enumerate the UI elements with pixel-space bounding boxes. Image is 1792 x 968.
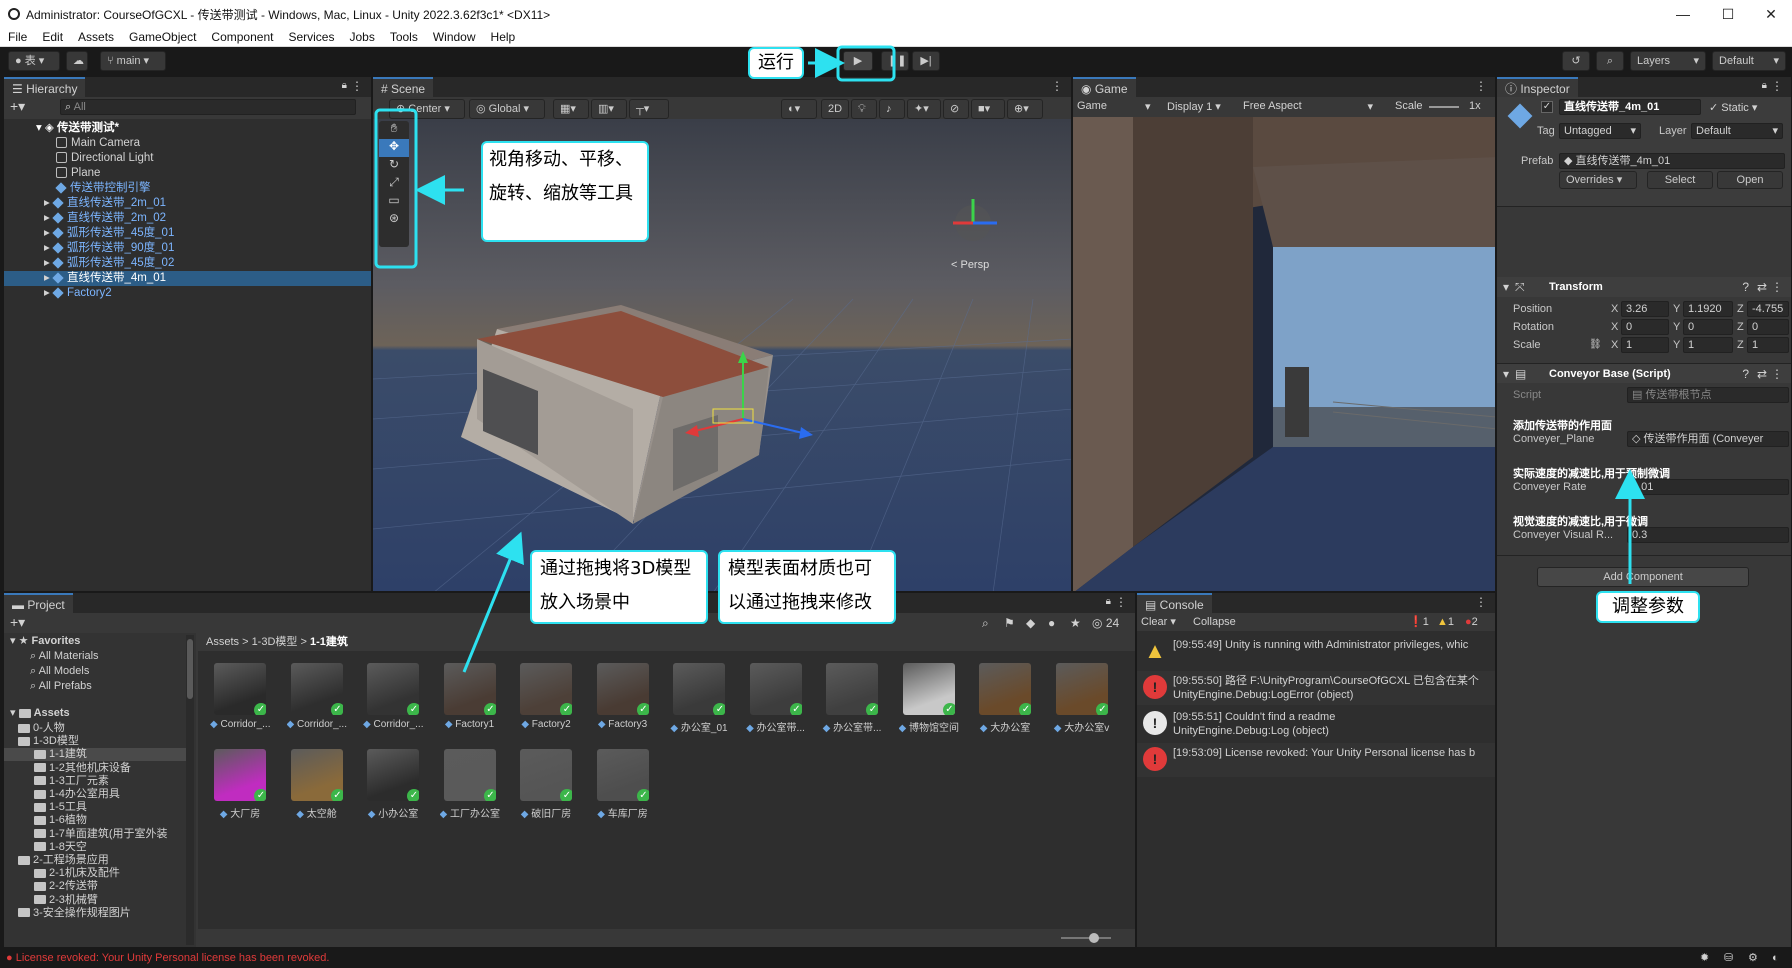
tools-highlight (374, 108, 418, 269)
annotation-arrows (374, 45, 1645, 673)
play-highlight (836, 45, 896, 82)
callout-drag-model: 通过拖拽将3D模型放入场景中 (530, 550, 708, 624)
callout-params: 调整参数 (1596, 591, 1700, 623)
callout-material: 模型表面材质也可以通过拖拽来修改 (718, 550, 896, 624)
callout-tools: 视角移动、平移、旋转、缩放等工具 (481, 141, 649, 242)
callout-run: 运行 (748, 47, 804, 79)
